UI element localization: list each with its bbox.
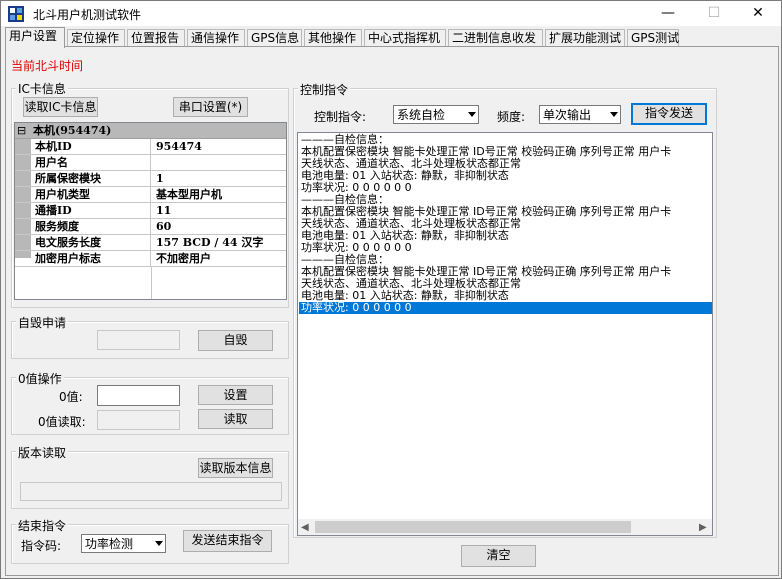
collapse-icon[interactable]: ⊟: [17, 123, 26, 139]
end-cmd-code-value: 功率检测: [85, 537, 134, 551]
grid-row[interactable]: 服务频度 60: [15, 219, 286, 235]
zero-read-output: [97, 410, 180, 430]
self-destruct-button[interactable]: 自毁: [198, 330, 273, 351]
frequency-label: 频度:: [497, 110, 526, 124]
version-output: [20, 482, 282, 501]
grid-row[interactable]: 加密用户标志 不加密用户: [15, 251, 286, 267]
tab-gps-test[interactable]: GPS测试: [627, 29, 679, 47]
close-button[interactable]: ✕: [735, 1, 781, 26]
log-hscrollbar[interactable]: ◀ ▶: [298, 519, 712, 535]
end-cmd-code-select[interactable]: 功率检测: [81, 534, 166, 553]
grid-value: 基本型用户机: [156, 188, 222, 201]
grid-key: 通播ID: [33, 203, 151, 219]
send-end-cmd-button[interactable]: 发送结束指令: [183, 530, 272, 552]
ic-card-group-title: IC卡信息: [16, 80, 68, 97]
grid-row[interactable]: 本机ID 954474: [15, 139, 286, 155]
serial-settings-button[interactable]: 串口设置(*): [173, 97, 248, 117]
scroll-right-icon[interactable]: ▶: [699, 522, 707, 533]
scroll-left-icon[interactable]: ◀: [301, 522, 309, 533]
zero-set-button[interactable]: 设置: [198, 385, 273, 405]
window-title: 北斗用户机测试软件: [33, 8, 142, 22]
version-group-title: 版本读取: [16, 444, 69, 461]
tab-position-report[interactable]: 位置报告: [127, 29, 185, 47]
title-bar: 北斗用户机测试软件 — ☐ ✕: [1, 1, 781, 26]
grid-row[interactable]: 所属保密模块 1: [15, 171, 286, 187]
frequency-select[interactable]: 单次输出: [539, 105, 621, 124]
tab-extended-test[interactable]: 扩展功能测试: [545, 29, 625, 47]
app-logo-icon: [8, 6, 24, 22]
zero-read-button[interactable]: 读取: [198, 409, 273, 429]
grid-key: 加密用户标志: [33, 251, 151, 267]
app-window: 北斗用户机测试软件 — ☐ ✕ 用户设置 定位操作 位置报告 通信操作 GPS信…: [0, 0, 782, 579]
tab-gps-info[interactable]: GPS信息: [247, 29, 302, 47]
tab-strip: 用户设置 定位操作 位置报告 通信操作 GPS信息 其他操作 中心式指挥机 二进…: [5, 27, 781, 48]
read-version-button[interactable]: 读取版本信息: [198, 458, 273, 478]
minimize-button[interactable]: —: [645, 1, 691, 26]
send-command-button[interactable]: 指令发送: [631, 103, 707, 125]
maximize-button[interactable]: ☐: [691, 1, 737, 26]
zero-value-input[interactable]: [97, 385, 180, 406]
tab-central-command[interactable]: 中心式指挥机: [364, 29, 446, 47]
grid-value: 954474: [156, 140, 202, 153]
grid-row[interactable]: 用户机类型 基本型用户机: [15, 187, 286, 203]
end-cmd-group-title: 结束指令: [16, 517, 69, 534]
control-group-title: 控制指令: [298, 81, 351, 98]
chevron-down-icon: [155, 541, 163, 546]
log-line-selected[interactable]: 功率状况: 0 0 0 0 0 0: [299, 302, 712, 314]
zero-op-group-title: 0值操作: [16, 370, 64, 387]
grid-value: 157 BCD / 44 汉字: [156, 236, 264, 249]
grid-header-title: 本机(954474): [33, 124, 112, 137]
tab-communication[interactable]: 通信操作: [187, 29, 245, 47]
grid-divider: [151, 267, 152, 299]
tab-user-settings[interactable]: 用户设置: [5, 27, 65, 48]
zero-value-label: 0值:: [59, 390, 83, 404]
chevron-down-icon: [610, 112, 618, 117]
grid-value: 60: [156, 220, 172, 233]
control-cmd-select[interactable]: 系统自检: [393, 105, 479, 124]
frequency-value: 单次输出: [543, 108, 592, 122]
ic-card-property-grid: ⊟ 本机(954474) 本机ID 954474 用户名 所属保密模块 1 用户机类…: [14, 122, 287, 300]
grid-value: 1: [156, 172, 164, 185]
tab-positioning[interactable]: 定位操作: [67, 29, 125, 47]
self-destruct-input[interactable]: [97, 330, 180, 350]
grid-value: 11: [156, 204, 172, 217]
scroll-thumb[interactable]: [315, 521, 631, 533]
grid-key: 所属保密模块: [33, 171, 151, 187]
grid-row[interactable]: 通播ID 11: [15, 203, 286, 219]
clear-button[interactable]: 清空: [461, 545, 536, 567]
grid-key: 电文服务长度: [33, 235, 151, 251]
control-cmd-label: 控制指令:: [314, 110, 367, 124]
grid-value: 不加密用户: [156, 252, 211, 265]
read-ic-card-button[interactable]: 读取IC卡信息: [23, 97, 98, 117]
log-listbox[interactable]: ———自检信息： 本机配置保密模块 智能卡处理正常 ID号正常 校验码正确 序列…: [297, 132, 713, 536]
grid-row[interactable]: 用户名: [15, 155, 286, 171]
grid-key: 本机ID: [33, 139, 151, 155]
tab-other-ops[interactable]: 其他操作: [304, 29, 362, 47]
tab-binary-messaging[interactable]: 二进制信息收发: [448, 29, 543, 47]
end-cmd-code-label: 指令码:: [21, 539, 62, 553]
grid-key: 用户机类型: [33, 187, 151, 203]
grid-header-row: ⊟ 本机(954474): [15, 123, 286, 139]
grid-row[interactable]: 电文服务长度 157 BCD / 44 汉字: [15, 235, 286, 251]
beidou-time-label: 当前北斗时间: [11, 59, 84, 73]
grid-key: 用户名: [33, 155, 151, 171]
self-destruct-group-title: 自毁申请: [16, 314, 69, 331]
chevron-down-icon: [468, 112, 476, 117]
control-cmd-value: 系统自检: [397, 108, 446, 122]
grid-key: 服务频度: [33, 219, 151, 235]
zero-read-label: 0值读取:: [38, 415, 86, 429]
